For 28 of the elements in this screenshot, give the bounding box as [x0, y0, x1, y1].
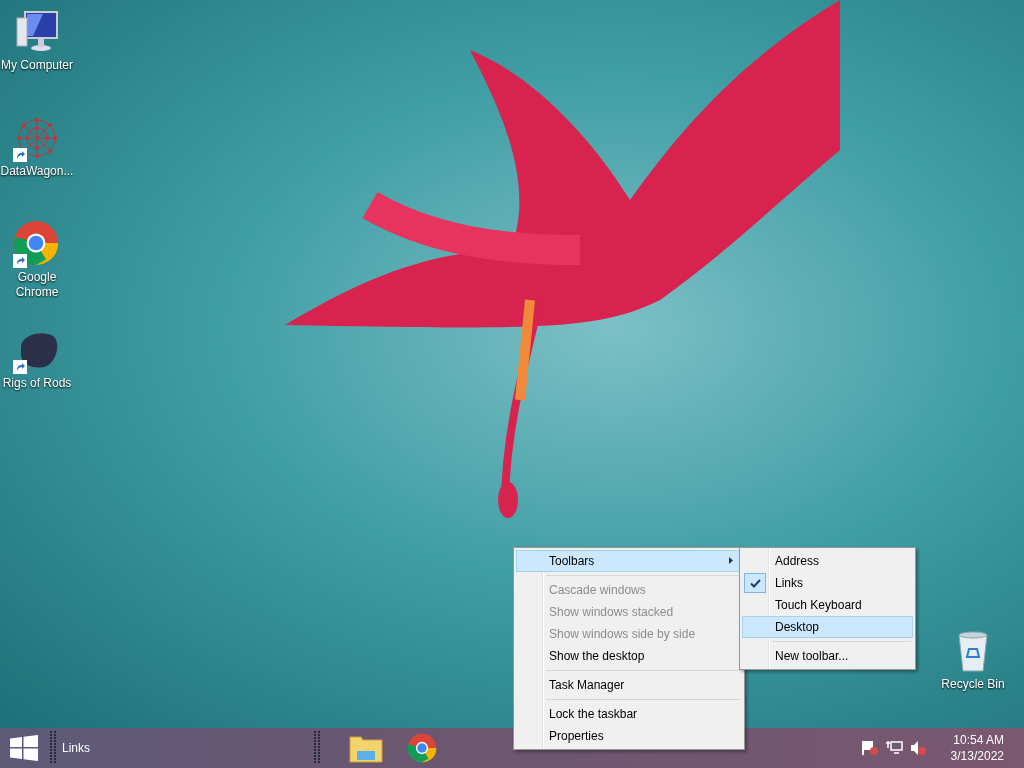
menu-item[interactable]: Properties — [516, 725, 742, 747]
toolbar-grip-icon[interactable] — [50, 731, 56, 765]
menu-item[interactable]: Task Manager — [516, 674, 742, 696]
speaker-muted-icon[interactable] — [908, 740, 927, 756]
flag-warning-icon[interactable] — [860, 740, 879, 756]
folder-icon — [349, 733, 383, 763]
desktop-icon-label[interactable]: DataWagon... — [0, 164, 77, 179]
menu-item[interactable]: Toolbars — [516, 550, 742, 572]
submenu-item[interactable]: Desktop — [742, 616, 913, 638]
toolbar-grip-icon[interactable] — [314, 731, 320, 765]
menu-item[interactable]: Lock the taskbar — [516, 703, 742, 725]
desktop-icon-label[interactable]: My Computer — [0, 58, 77, 73]
clock-time[interactable]: 10:54 AM — [953, 732, 1004, 748]
links-toolbar-label[interactable]: Links — [62, 741, 90, 755]
desktop-icon-label[interactable]: Rigs of Rods — [0, 376, 77, 391]
desktop-icon-label[interactable]: Google Chrome — [0, 270, 77, 300]
submenu-item[interactable]: New toolbar... — [742, 645, 913, 667]
submenu-item[interactable]: Touch Keyboard — [742, 594, 913, 616]
recycle-bin-label[interactable]: Recycle Bin — [933, 677, 1013, 692]
submenu-item[interactable]: Address — [742, 550, 913, 572]
menu-item[interactable]: Show the desktop — [516, 645, 742, 667]
windows-logo-icon — [10, 735, 38, 761]
chrome-icon — [407, 733, 437, 763]
submenu-item[interactable]: Links — [742, 572, 913, 594]
network-disconnected-icon[interactable] — [884, 740, 903, 756]
chrome-icon — [13, 220, 59, 266]
clock-date[interactable]: 3/13/2022 — [950, 748, 1004, 764]
submenu-arrow-icon — [729, 557, 733, 564]
